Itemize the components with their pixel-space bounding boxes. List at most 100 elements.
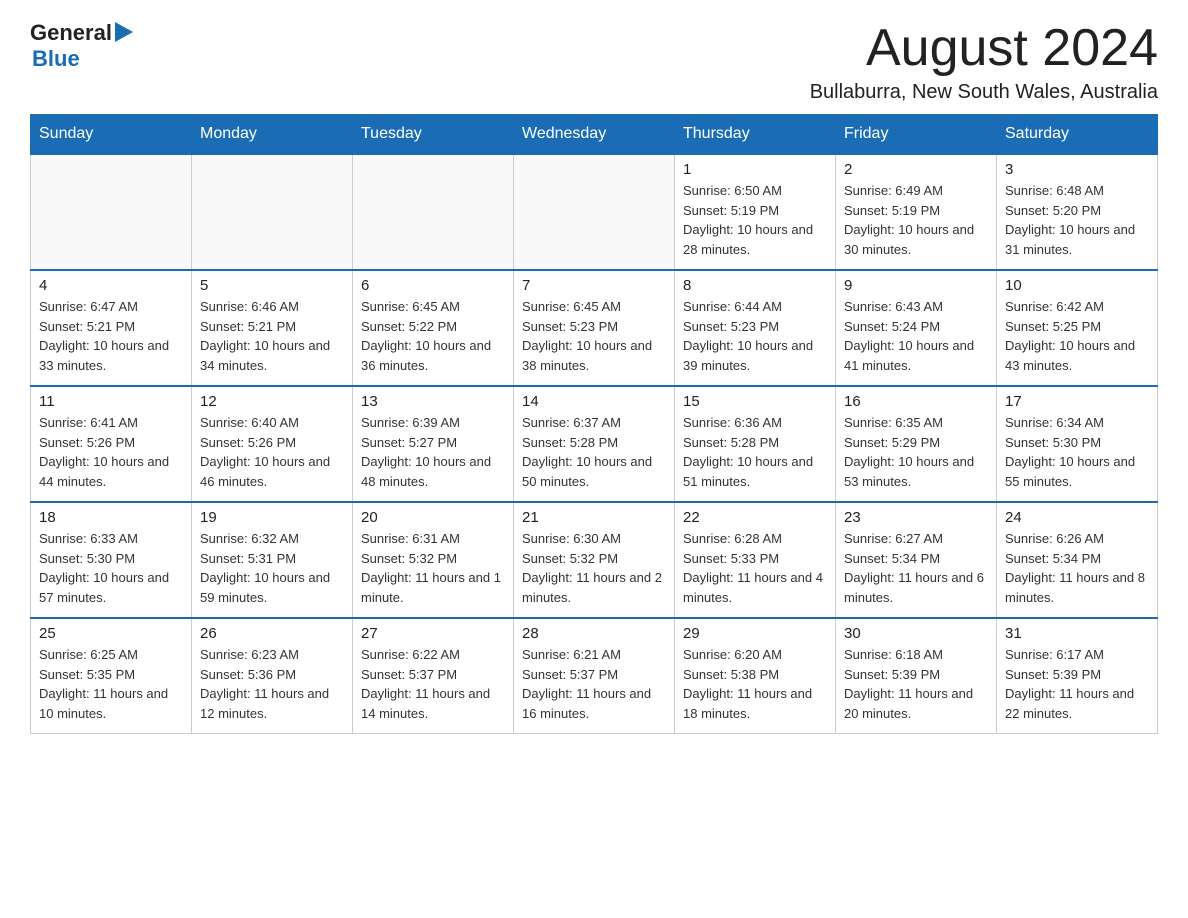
day-number: 31 [1005,625,1149,642]
day-number: 6 [361,277,505,294]
calendar-cell: 18 Sunrise: 6:33 AMSunset: 5:30 PMDayligh… [31,502,192,618]
calendar-cell: 19 Sunrise: 6:32 AMSunset: 5:31 PMDayligh… [192,502,353,618]
day-number: 3 [1005,161,1149,178]
day-info: Sunrise: 6:34 AMSunset: 5:30 PMDaylight:… [1005,413,1149,491]
calendar-cell: 31 Sunrise: 6:17 AMSunset: 5:39 PMDayligh… [997,618,1158,734]
logo-blue-text: Blue [32,46,80,72]
calendar-cell [353,154,514,270]
day-info: Sunrise: 6:27 AMSunset: 5:34 PMDaylight:… [844,529,988,607]
day-number: 24 [1005,509,1149,526]
day-number: 16 [844,393,988,410]
calendar-cell: 23 Sunrise: 6:27 AMSunset: 5:34 PMDayligh… [836,502,997,618]
calendar-cell: 15 Sunrise: 6:36 AMSunset: 5:28 PMDayligh… [675,386,836,502]
calendar-cell: 25Sunrise: 6:25 AMSunset: 5:35 PMDayligh… [31,618,192,734]
day-info: Sunrise: 6:45 AMSunset: 5:22 PMDaylight:… [361,297,505,375]
day-info: Sunrise: 6:48 AMSunset: 5:20 PMDaylight:… [1005,181,1149,259]
day-number: 9 [844,277,988,294]
day-info: Sunrise: 6:41 AMSunset: 5:26 PMDaylight:… [39,413,183,491]
day-number: 21 [522,509,666,526]
day-info: Sunrise: 6:18 AMSunset: 5:39 PMDaylight:… [844,645,988,723]
calendar-cell: 10Sunrise: 6:42 AMSunset: 5:25 PMDayligh… [997,270,1158,386]
day-info: Sunrise: 6:21 AMSunset: 5:37 PMDaylight:… [522,645,666,723]
col-header-sunday: Sunday [31,115,192,155]
day-number: 5 [200,277,344,294]
calendar-cell: 20 Sunrise: 6:31 AMSunset: 5:32 PMDayligh… [353,502,514,618]
day-number: 7 [522,277,666,294]
col-header-thursday: Thursday [675,115,836,155]
day-number: 23 [844,509,988,526]
calendar-cell: 3 Sunrise: 6:48 AMSunset: 5:20 PMDaylight… [997,154,1158,270]
title-area: August 2024 Bullaburra, New South Wales,… [810,20,1158,104]
day-info: Sunrise: 6:31 AMSunset: 5:32 PMDaylight:… [361,529,505,607]
day-info: Sunrise: 6:44 AMSunset: 5:23 PMDaylight:… [683,297,827,375]
col-header-wednesday: Wednesday [514,115,675,155]
calendar-cell [31,154,192,270]
day-number: 11 [39,393,183,410]
calendar-header-row: SundayMondayTuesdayWednesdayThursdayFrid… [31,115,1158,155]
calendar-week-row: 11 Sunrise: 6:41 AMSunset: 5:26 PMDayligh… [31,386,1158,502]
day-number: 17 [1005,393,1149,410]
day-info: Sunrise: 6:23 AMSunset: 5:36 PMDaylight:… [200,645,344,723]
calendar-cell: 27Sunrise: 6:22 AMSunset: 5:37 PMDayligh… [353,618,514,734]
day-number: 30 [844,625,988,642]
day-info: Sunrise: 6:47 AMSunset: 5:21 PMDaylight:… [39,297,183,375]
col-header-monday: Monday [192,115,353,155]
day-info: Sunrise: 6:33 AMSunset: 5:30 PMDaylight:… [39,529,183,607]
calendar-cell: 28 Sunrise: 6:21 AMSunset: 5:37 PMDayligh… [514,618,675,734]
calendar-cell: 12Sunrise: 6:40 AMSunset: 5:26 PMDayligh… [192,386,353,502]
calendar-cell: 21Sunrise: 6:30 AMSunset: 5:32 PMDayligh… [514,502,675,618]
calendar-week-row: 1Sunrise: 6:50 AMSunset: 5:19 PMDaylight… [31,154,1158,270]
calendar-cell: 26 Sunrise: 6:23 AMSunset: 5:36 PMDayligh… [192,618,353,734]
day-number: 20 [361,509,505,526]
day-number: 2 [844,161,988,178]
day-info: Sunrise: 6:40 AMSunset: 5:26 PMDaylight:… [200,413,344,491]
day-info: Sunrise: 6:49 AMSunset: 5:19 PMDaylight:… [844,181,988,259]
calendar-cell [192,154,353,270]
day-info: Sunrise: 6:42 AMSunset: 5:25 PMDaylight:… [1005,297,1149,375]
col-header-friday: Friday [836,115,997,155]
calendar-cell: 17 Sunrise: 6:34 AMSunset: 5:30 PMDayligh… [997,386,1158,502]
day-number: 8 [683,277,827,294]
day-info: Sunrise: 6:20 AMSunset: 5:38 PMDaylight:… [683,645,827,723]
day-number: 25 [39,625,183,642]
calendar-cell: 29 Sunrise: 6:20 AMSunset: 5:38 PMDayligh… [675,618,836,734]
day-number: 28 [522,625,666,642]
day-number: 19 [200,509,344,526]
day-number: 15 [683,393,827,410]
calendar-week-row: 25Sunrise: 6:25 AMSunset: 5:35 PMDayligh… [31,618,1158,734]
calendar-week-row: 18 Sunrise: 6:33 AMSunset: 5:30 PMDayligh… [31,502,1158,618]
calendar-cell: 9 Sunrise: 6:43 AMSunset: 5:24 PMDaylight… [836,270,997,386]
calendar-cell: 8 Sunrise: 6:44 AMSunset: 5:23 PMDaylight… [675,270,836,386]
day-number: 4 [39,277,183,294]
day-info: Sunrise: 6:17 AMSunset: 5:39 PMDaylight:… [1005,645,1149,723]
month-title: August 2024 [810,20,1158,77]
calendar-cell [514,154,675,270]
day-info: Sunrise: 6:43 AMSunset: 5:24 PMDaylight:… [844,297,988,375]
logo: General Blue [30,20,133,72]
calendar-cell: 4 Sunrise: 6:47 AMSunset: 5:21 PMDaylight… [31,270,192,386]
calendar-cell: 11 Sunrise: 6:41 AMSunset: 5:26 PMDayligh… [31,386,192,502]
calendar-cell: 6 Sunrise: 6:45 AMSunset: 5:22 PMDaylight… [353,270,514,386]
day-number: 14 [522,393,666,410]
calendar-cell: 2 Sunrise: 6:49 AMSunset: 5:19 PMDaylight… [836,154,997,270]
calendar-cell: 13Sunrise: 6:39 AMSunset: 5:27 PMDayligh… [353,386,514,502]
calendar-cell: 1Sunrise: 6:50 AMSunset: 5:19 PMDaylight… [675,154,836,270]
day-info: Sunrise: 6:50 AMSunset: 5:19 PMDaylight:… [683,181,827,259]
calendar-cell: 14Sunrise: 6:37 AMSunset: 5:28 PMDayligh… [514,386,675,502]
calendar-cell: 24Sunrise: 6:26 AMSunset: 5:34 PMDayligh… [997,502,1158,618]
logo-arrow-icon [115,22,133,42]
calendar-cell: 22 Sunrise: 6:28 AMSunset: 5:33 PMDayligh… [675,502,836,618]
calendar-cell: 16 Sunrise: 6:35 AMSunset: 5:29 PMDayligh… [836,386,997,502]
day-info: Sunrise: 6:35 AMSunset: 5:29 PMDaylight:… [844,413,988,491]
day-info: Sunrise: 6:45 AMSunset: 5:23 PMDaylight:… [522,297,666,375]
day-number: 27 [361,625,505,642]
day-info: Sunrise: 6:36 AMSunset: 5:28 PMDaylight:… [683,413,827,491]
day-number: 18 [39,509,183,526]
day-number: 29 [683,625,827,642]
day-number: 13 [361,393,505,410]
day-number: 22 [683,509,827,526]
calendar-cell: 30 Sunrise: 6:18 AMSunset: 5:39 PMDayligh… [836,618,997,734]
day-number: 26 [200,625,344,642]
day-info: Sunrise: 6:32 AMSunset: 5:31 PMDaylight:… [200,529,344,607]
day-info: Sunrise: 6:28 AMSunset: 5:33 PMDaylight:… [683,529,827,607]
